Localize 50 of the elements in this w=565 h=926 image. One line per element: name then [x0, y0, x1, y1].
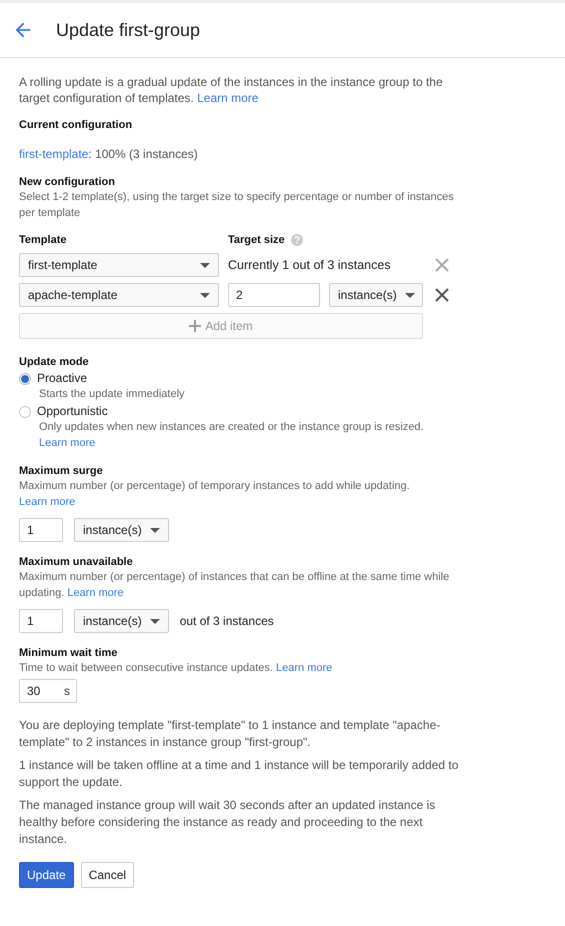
template-dropdown[interactable]: apache-template	[19, 283, 219, 307]
caret-icon	[200, 262, 210, 268]
update-button[interactable]: Update	[19, 862, 74, 888]
column-heading: Template	[19, 233, 68, 247]
option-description: Starts the update immediately	[39, 387, 186, 402]
learn-more-link[interactable]: Learn more	[197, 91, 258, 105]
target-size-text: Currently 1 out of 3 instances	[228, 258, 392, 272]
section-heading: Maximum unavailable	[19, 555, 134, 569]
learn-more-link[interactable]: Learn more	[19, 496, 76, 508]
section-description: Time to wait between consecutive instance updates. Learn more	[19, 661, 334, 676]
section-description: Select 1-2 template(s), using the target size to specify percentage or number of instances per template	[19, 190, 455, 221]
plus-icon	[189, 320, 202, 332]
learn-more-link[interactable]: Learn more	[276, 662, 332, 674]
section-heading: Update mode	[19, 355, 90, 369]
radio-button[interactable]	[19, 372, 31, 384]
unit-dropdown[interactable]: instance(s)	[74, 609, 169, 633]
intro-text: A rolling update is a gradual update of the instances in the instance group to the target configuration of templates. Learn more	[19, 74, 444, 106]
summary-text: You are deploying template "first-template" to 1 instance and template "apache-template" to 2 instances in instance group "first-group".	[19, 717, 442, 751]
radio-label[interactable]: Opportunistic	[37, 404, 108, 419]
close-icon[interactable]	[435, 288, 449, 302]
column-heading: Target size	[228, 233, 285, 247]
caret-icon	[150, 528, 160, 532]
number-input[interactable]: 1	[19, 518, 63, 542]
radio-label[interactable]: Proactive	[37, 371, 88, 386]
unit-dropdown[interactable]: instance(s)	[74, 518, 169, 542]
caret-icon	[150, 618, 160, 624]
current-template-summary: first-template: 100% (3 instances)	[19, 146, 199, 163]
radio-button[interactable]	[19, 406, 31, 418]
cancel-button[interactable]: Cancel	[80, 862, 134, 888]
number-input[interactable]: 1	[19, 609, 63, 633]
section-description: Maximum number (or percentage) of instances that can be offline at the same time while updating. Learn more	[19, 570, 450, 601]
learn-more-link[interactable]: Learn more	[67, 587, 124, 599]
template-link[interactable]: first-template	[19, 147, 88, 161]
unit-dropdown[interactable]: instance(s)	[329, 283, 423, 307]
section-heading: New configuration	[19, 175, 116, 189]
section-heading: Maximum surge	[19, 464, 104, 478]
section-description: Maximum number (or percentage) of temporary instances to add while updating. Learn more	[19, 479, 411, 510]
target-size-input[interactable]: 2	[228, 283, 320, 307]
caret-icon	[404, 292, 415, 298]
unit-label: s	[64, 684, 70, 698]
option-description: Only updates when new instances are created or the instance group is resized. Learn more	[39, 420, 425, 451]
summary-text: The managed instance group will wait 30 seconds after an updated instance is healthy before considering the instance as ready and proceeding to the next instance.	[19, 797, 436, 848]
learn-more-link[interactable]: Learn more	[39, 437, 96, 449]
summary-text: 1 instance will be taken offline at a time and 1 instance will be temporarily added to support the update.	[19, 757, 459, 791]
section-heading: Current configuration	[19, 118, 134, 132]
suffix-text: out of 3 instances	[180, 614, 274, 628]
caret-icon	[200, 292, 210, 298]
page-title: Update first-group	[56, 20, 200, 40]
template-dropdown[interactable]: first-template	[19, 253, 219, 277]
section-heading: Minimum wait time	[19, 646, 118, 660]
